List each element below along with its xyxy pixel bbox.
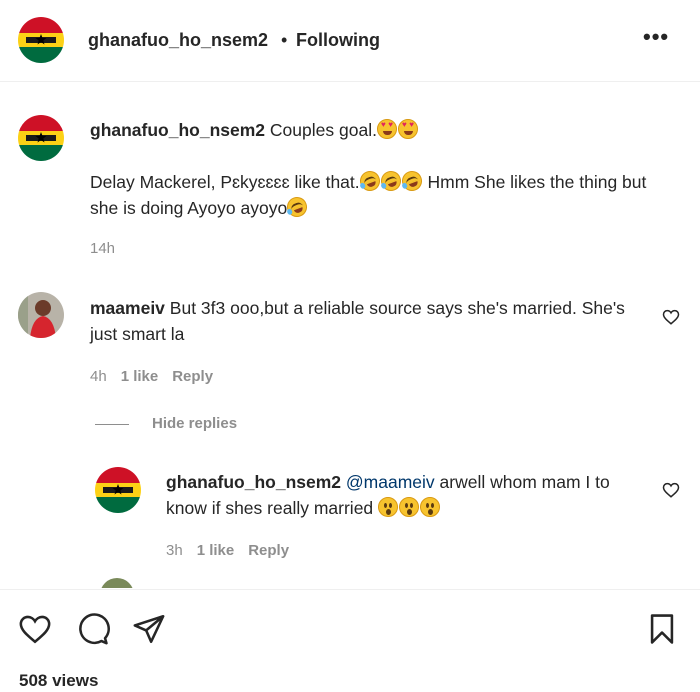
header-username[interactable]: ghanafuo_ho_nsem2 [88, 30, 268, 51]
astonished-emoji [399, 497, 420, 517]
reply-body: ghanafuo_ho_nsem2 @maameiv arwell whom m… [166, 469, 636, 521]
hide-replies-line [95, 424, 129, 425]
reply-meta: 3h 1 like Reply [166, 542, 289, 559]
laughing-emoji [356, 168, 383, 194]
reply-username[interactable]: ghanafuo_ho_nsem2 [166, 472, 341, 492]
like-comment-icon[interactable] [662, 308, 680, 326]
like-reply-icon[interactable] [662, 481, 680, 499]
more-options-icon[interactable]: ••• [643, 24, 669, 50]
hide-replies-button[interactable]: Hide replies [152, 415, 237, 432]
share-icon[interactable] [132, 612, 166, 646]
post-actions: 508 views [0, 589, 700, 692]
astonished-emoji [420, 497, 441, 517]
comment-body: maameiv But 3f3 ooo,but a reliable sourc… [90, 295, 635, 347]
reply-likes[interactable]: 1 like [197, 542, 235, 559]
comment-avatar[interactable] [18, 115, 64, 161]
laughing-emoji [284, 194, 311, 220]
post-header: ghanafuo_ho_nsem2 • Following ••• [0, 0, 700, 82]
bookmark-icon[interactable] [645, 612, 679, 646]
comment-avatar[interactable] [18, 292, 64, 338]
heart-eyes-emoji [376, 119, 397, 139]
following-button[interactable]: Following [296, 30, 380, 51]
view-count: 508 views [19, 671, 99, 690]
laughing-emoji [377, 168, 404, 194]
mention-link[interactable]: @maameiv [346, 472, 435, 492]
caption-meta: 14h [90, 240, 115, 257]
comment-username[interactable]: maameiv [90, 298, 165, 318]
astonished-emoji [378, 497, 399, 517]
caption-para-text: Delay Mackerel, Pɛkyɛɛɛɛ like that. [90, 172, 360, 192]
heart-eyes-emoji [397, 119, 418, 139]
separator-dot: • [281, 30, 288, 50]
comment-username[interactable]: ghanafuo_ho_nsem2 [90, 120, 265, 140]
comment-text: But 3f3 ooo,but a reliable source says s… [90, 298, 625, 344]
reply-button[interactable]: Reply [172, 368, 213, 385]
reply-avatar[interactable] [95, 467, 141, 513]
comment-time[interactable]: 14h [90, 240, 115, 257]
reply-time[interactable]: 3h [166, 542, 183, 559]
profile-avatar[interactable] [18, 17, 64, 63]
caption-text: Couples goal. [269, 120, 377, 140]
comment-likes[interactable]: 1 like [121, 368, 159, 385]
caption-paragraph: Delay Mackerel, Pɛkyɛɛɛɛ like that. Hmm … [90, 168, 650, 221]
comment-icon[interactable] [76, 612, 110, 646]
reply-reply-button[interactable]: Reply [248, 542, 289, 559]
heart-icon[interactable] [18, 612, 52, 646]
next-comment-avatar [100, 578, 134, 588]
caption-line: ghanafuo_ho_nsem2 Couples goal. [90, 117, 650, 143]
comments-section[interactable]: ghanafuo_ho_nsem2 Couples goal. Delay Ma… [0, 83, 700, 588]
laughing-emoji [398, 168, 425, 194]
comment-time[interactable]: 4h [90, 368, 107, 385]
comment-meta: 4h 1 like Reply [90, 368, 213, 385]
